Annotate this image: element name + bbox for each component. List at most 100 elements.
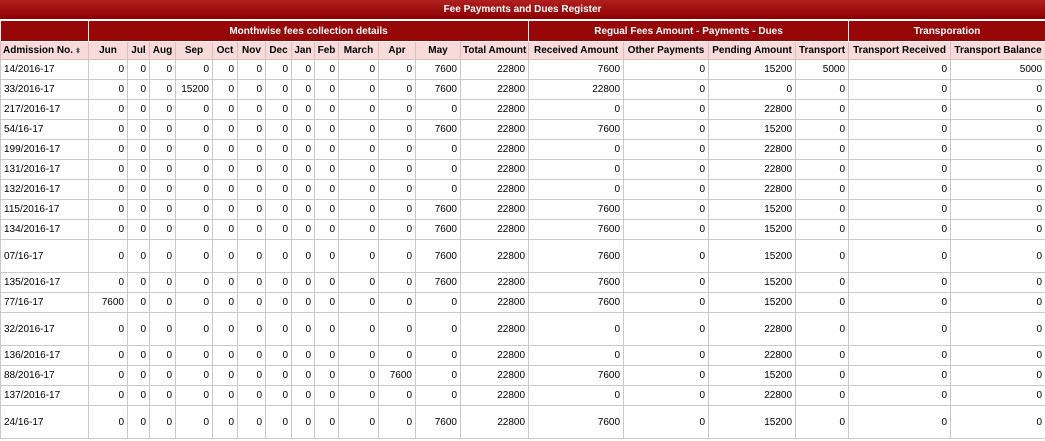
cell-received-amount: 0 [528, 99, 625, 120]
table-row: 54/16-17 0 0 0 0 0 0 0 0 0 0 0 7600 22800 7600 0 15200 0 0… [0, 119, 1045, 140]
cell-jan: 0 [291, 179, 315, 200]
cell-aug: 0 [149, 199, 176, 220]
cell-transport-received: 0 [848, 159, 952, 180]
cell-total-amount: 22800 [459, 345, 530, 366]
cell-jan: 0 [291, 59, 315, 80]
cell-jul: 0 [127, 385, 150, 406]
cell-admission-no: 199/2016-17 [0, 139, 89, 160]
cell-apr: 0 [378, 159, 416, 180]
cell-jan: 0 [291, 239, 315, 273]
table-row: 136/2016-17 0 0 0 0 0 0 0 0 0 0 0 0 22800 0 0 22800 0 0 0 [0, 345, 1045, 366]
cell-jun: 0 [88, 405, 128, 439]
cell-jun: 0 [88, 179, 128, 200]
cell-total-amount: 22800 [459, 385, 530, 406]
cell-nov: 0 [237, 365, 266, 386]
cell-nov: 0 [237, 99, 266, 120]
cell-admission-no: 135/2016-17 [0, 272, 89, 293]
cell-transport: 0 [795, 312, 850, 346]
cell-apr: 0 [378, 385, 416, 406]
cell-jun: 7600 [88, 292, 128, 313]
cell-received-amount: 7600 [528, 272, 625, 293]
cell-sep: 0 [175, 365, 213, 386]
cell-may: 0 [415, 312, 461, 346]
cell-may: 7600 [415, 79, 461, 100]
cell-feb: 0 [314, 139, 339, 160]
cell-nov: 0 [237, 139, 266, 160]
cell-dec: 0 [265, 292, 292, 313]
cell-jul: 0 [127, 179, 150, 200]
cell-apr: 0 [378, 59, 416, 80]
cell-other-payments: 0 [623, 159, 710, 180]
cell-jul: 0 [127, 292, 150, 313]
cell-sep: 0 [175, 272, 213, 293]
cell-transport-received: 0 [848, 312, 952, 346]
cell-pending-amount: 22800 [708, 385, 797, 406]
cell-oct: 0 [212, 239, 238, 273]
cell-oct: 0 [212, 199, 238, 220]
cell-transport-balance: 0 [950, 365, 1045, 386]
cell-dec: 0 [265, 79, 292, 100]
cell-transport: 0 [795, 79, 850, 100]
cell-jan: 0 [291, 405, 315, 439]
cell-nov: 0 [237, 345, 266, 366]
cell-other-payments: 0 [623, 139, 710, 160]
cell-total-amount: 22800 [459, 219, 530, 240]
cell-sep: 0 [175, 345, 213, 366]
column-header-jun: Jun [88, 41, 128, 60]
cell-aug: 0 [149, 159, 176, 180]
cell-jan: 0 [291, 119, 315, 140]
cell-aug: 0 [149, 292, 176, 313]
cell-transport-received: 0 [848, 219, 952, 240]
cell-aug: 0 [149, 365, 176, 386]
column-header-row: Admission No. ⬍ Jun Jul Aug Sep Oct Nov Dec Jan Fe… [0, 41, 1045, 60]
cell-admission-no: 137/2016-17 [0, 385, 89, 406]
cell-sep: 0 [175, 119, 213, 140]
cell-other-payments: 0 [623, 219, 710, 240]
cell-transport: 0 [795, 272, 850, 293]
cell-pending-amount: 22800 [708, 345, 797, 366]
group-header-row: Monthwise fees collection details Regual … [0, 20, 1045, 42]
table-row: 14/2016-17 0 0 0 0 0 0 0 0 0 0 0 7600 22800 7600 0 15200… [0, 59, 1045, 80]
cell-jan: 0 [291, 272, 315, 293]
cell-pending-amount: 0 [708, 79, 797, 100]
cell-apr: 0 [378, 405, 416, 439]
cell-transport: 0 [795, 119, 850, 140]
cell-apr: 0 [378, 139, 416, 160]
cell-total-amount: 22800 [459, 119, 530, 140]
cell-total-amount: 22800 [459, 405, 530, 439]
cell-oct: 0 [212, 79, 238, 100]
cell-nov: 0 [237, 385, 266, 406]
cell-oct: 0 [212, 385, 238, 406]
cell-feb: 0 [314, 365, 339, 386]
cell-feb: 0 [314, 385, 339, 406]
cell-jul: 0 [127, 99, 150, 120]
cell-march: 0 [338, 239, 379, 273]
cell-march: 0 [338, 99, 379, 120]
cell-may: 0 [415, 345, 461, 366]
cell-nov: 0 [237, 199, 266, 220]
cell-other-payments: 0 [623, 345, 710, 366]
column-header-admission-no[interactable]: Admission No. ⬍ [0, 41, 89, 60]
cell-jul: 0 [127, 405, 150, 439]
cell-transport-balance: 0 [950, 345, 1045, 366]
column-header-transport: Transport [795, 41, 850, 60]
cell-oct: 0 [212, 272, 238, 293]
fee-register-panel: Fee Payments and Dues Register Monthwise… [0, 0, 1045, 439]
cell-march: 0 [338, 79, 379, 100]
cell-transport-received: 0 [848, 345, 952, 366]
cell-transport-received: 0 [848, 179, 952, 200]
column-header-dec: Dec [265, 41, 292, 60]
cell-jan: 0 [291, 79, 315, 100]
panel-title: Fee Payments and Dues Register [0, 0, 1045, 20]
cell-jul: 0 [127, 59, 150, 80]
cell-transport-balance: 0 [950, 179, 1045, 200]
cell-dec: 0 [265, 312, 292, 346]
cell-other-payments: 0 [623, 79, 710, 100]
column-header-may: May [415, 41, 461, 60]
cell-received-amount: 0 [528, 312, 625, 346]
cell-jul: 0 [127, 219, 150, 240]
cell-apr: 0 [378, 199, 416, 220]
sort-icon[interactable]: ⬍ [75, 48, 81, 55]
cell-received-amount: 7600 [528, 292, 625, 313]
cell-total-amount: 22800 [459, 139, 530, 160]
